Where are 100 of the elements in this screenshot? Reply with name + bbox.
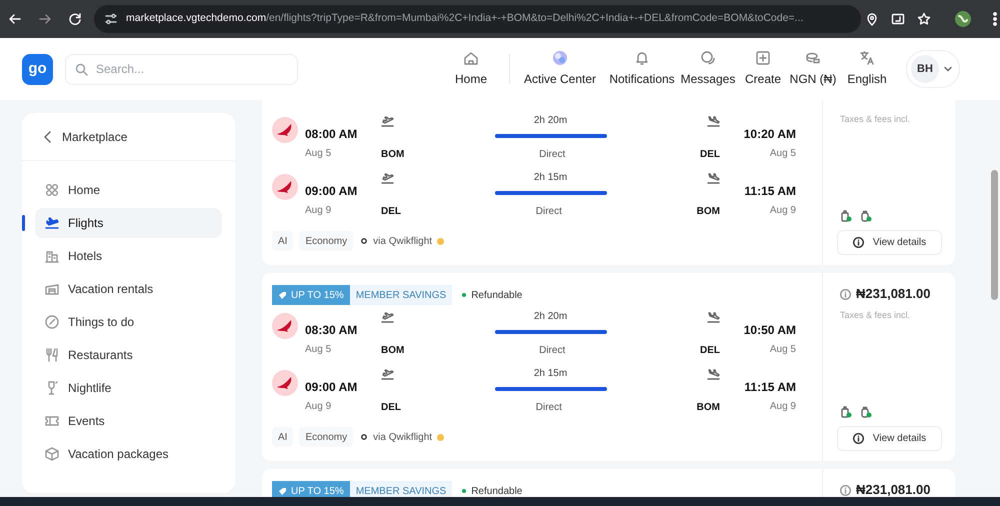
install-icon[interactable] [891,12,905,26]
coin-icon [437,238,444,244]
bag-check-icon [860,406,872,418]
airport-code: DEL [700,148,720,162]
account-menu[interactable]: BH [906,50,960,88]
refundable-label: Refundable [471,288,522,302]
departure-time: 08:00 AM [305,126,358,143]
discount-badge: UP TO 15% [272,285,350,305]
home-icon [463,50,479,66]
flight-duration: 2h 15m [534,367,568,382]
stops-label: Direct [536,204,562,219]
fare-tag: Economy [299,231,354,251]
chevron-down-icon [943,64,953,74]
location-icon[interactable] [865,12,879,26]
flight-duration: 2h 20m [534,114,568,128]
info-icon [852,237,864,248]
nav-item[interactable]: Messages [678,47,738,91]
back-link[interactable]: Marketplace [22,113,235,161]
arrival-date: Aug 5 [770,147,796,161]
active-indicator [22,215,25,231]
provider-label: via Qwikflight [361,430,444,444]
search-field[interactable]: Search... [65,54,298,84]
nav-item[interactable]: NGN (₦) [788,47,838,91]
box-icon [45,447,59,461]
arrival-time: 11:15 AM [744,183,796,200]
stops-label: Direct [536,400,562,415]
back-chevron-icon [44,130,52,142]
airline-logo [272,370,298,396]
bag-check-icon [840,210,852,222]
departure-date: Aug 9 [305,204,332,218]
arrival-date: Aug 5 [770,343,796,357]
landing-icon [706,172,720,184]
scrollbar[interactable] [991,170,998,300]
tune-icon[interactable] [104,12,118,26]
reload-icon[interactable] [68,12,82,26]
landing-icon [706,368,720,380]
sidebar-item[interactable]: Things to do [35,307,222,337]
stops-label: Direct [539,148,566,162]
compass-icon [45,315,59,329]
sidebar-item[interactable]: Home [35,175,222,205]
fare-tag: Economy [299,427,354,447]
flight-duration: 2h 15m [534,171,568,186]
sidebar-item[interactable]: Flights [35,208,222,238]
cabin-icon [45,282,59,296]
address-bar[interactable]: marketplace.vgtechdemo.com/en/flights?tripType=R&from=Mumbai%2C+India+-+BOM&to=Delhi%2C+India+-+DEL&fromCode=BOM&toCode=... [94,5,861,33]
star-icon[interactable] [917,12,931,26]
savings-badge: MEMBER SAVINGS [350,481,452,497]
sidebar-item[interactable]: Restaurants [35,340,222,370]
airport-code: BOM [381,344,404,358]
ticket-icon [45,414,59,428]
nav-item[interactable]: Notifications [606,47,678,91]
translate-icon [859,50,875,66]
sidebar-item[interactable]: Vacation packages [35,439,222,469]
info-icon [852,433,864,444]
back-icon[interactable] [8,12,22,26]
airport-code: DEL [381,204,401,219]
bag-check-icon [860,210,872,222]
tag-icon [278,290,287,300]
sidebar-item[interactable]: Hotels [35,241,222,271]
airport-code: DEL [700,344,720,358]
airport-code: DEL [381,400,401,415]
price-note: Taxes & fees incl. [840,113,912,126]
discount-badge: UP TO 15% [272,481,350,497]
departure-time: 09:00 AM [305,183,358,200]
info-icon [840,288,851,300]
nav-item[interactable]: Active Center [514,47,606,91]
chat-icon [700,50,716,66]
grid-icon [45,183,59,197]
departure-time: 09:00 AM [305,379,358,396]
nav-item[interactable]: English [838,47,896,91]
profile-icon[interactable] [954,10,972,28]
takeoff-icon [381,310,394,323]
sidebar-item[interactable]: Nightlife [35,373,222,403]
departure-time: 08:30 AM [305,322,358,339]
landing-icon [706,114,720,127]
forward-icon[interactable] [38,12,52,26]
takeoff-icon [381,114,394,127]
plane-icon [45,216,59,230]
view-details-button[interactable]: View details [837,426,942,451]
airline-logo [272,174,298,200]
more-icon[interactable] [993,12,997,26]
takeoff-icon [381,172,394,184]
logo[interactable]: go [22,54,53,84]
arrival-date: Aug 9 [770,400,796,414]
view-details-button[interactable]: View details [837,230,942,255]
airport-code: BOM [696,204,720,219]
sidebar-item[interactable]: Vacation rentals [35,274,222,304]
info-icon [840,484,851,496]
nav-item[interactable]: Home [437,47,505,91]
plus-icon [755,50,771,66]
provider-label: via Qwikflight [361,234,444,248]
savings-badge: MEMBER SAVINGS [350,285,452,305]
arrival-time: 10:20 AM [744,126,796,143]
orb-icon [552,50,568,66]
departure-date: Aug 5 [305,343,332,357]
nav-item[interactable]: Create [738,47,788,91]
sidebar-item[interactable]: Events [35,406,222,436]
price: ₦231,081.00 [856,481,930,497]
departure-date: Aug 5 [305,147,332,161]
airline-logo [272,117,298,143]
